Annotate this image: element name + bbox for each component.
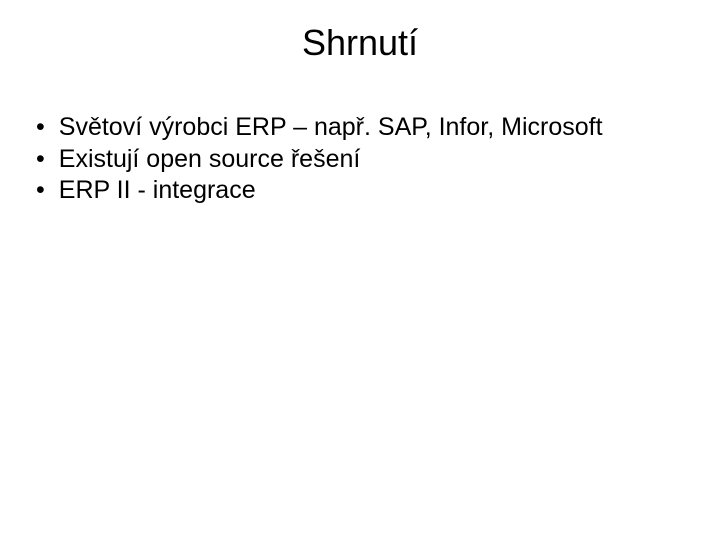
bullet-text: Světoví výrobci ERP – např. SAP, Infor, … xyxy=(59,112,690,143)
slide: Shrnutí Světoví výrobci ERP – např. SAP,… xyxy=(0,0,720,540)
list-item: Existují open source řešení xyxy=(36,144,690,175)
bullet-list: Světoví výrobci ERP – např. SAP, Infor, … xyxy=(30,112,690,206)
bullet-text: Existují open source řešení xyxy=(59,144,690,175)
bullet-text: ERP II - integrace xyxy=(59,175,690,206)
list-item: ERP II - integrace xyxy=(36,175,690,206)
slide-title: Shrnutí xyxy=(30,22,690,64)
list-item: Světoví výrobci ERP – např. SAP, Infor, … xyxy=(36,112,690,143)
